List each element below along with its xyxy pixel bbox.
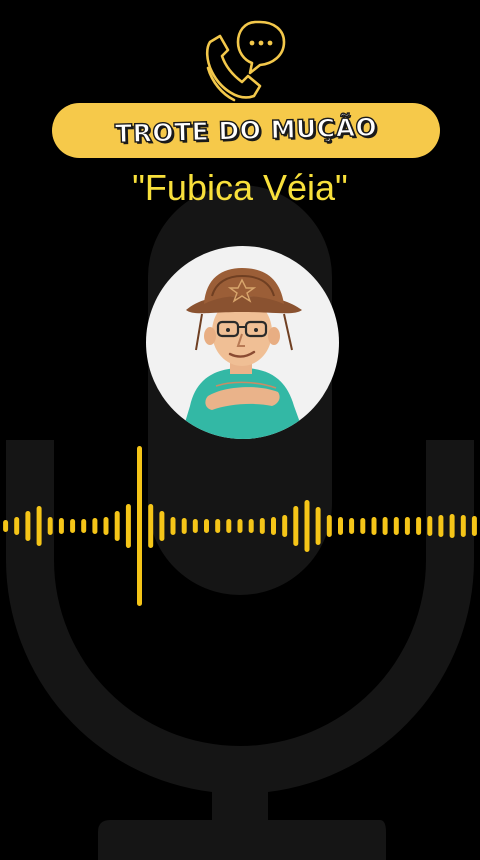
waveform-bar — [404, 517, 410, 535]
waveform-bar — [460, 515, 466, 537]
waveform-bar — [137, 446, 142, 606]
waveform-bar — [237, 519, 243, 533]
waveform-bar — [349, 518, 355, 534]
waveform-bar — [438, 515, 444, 537]
waveform-bar — [181, 518, 187, 534]
waveform-bar — [471, 516, 477, 536]
waveform-bar — [192, 519, 198, 533]
title-banner: TROTE DO MUÇÃO — [52, 103, 440, 158]
waveform-bar — [360, 518, 366, 534]
waveform-bar — [25, 511, 31, 541]
waveform-bar — [393, 517, 399, 535]
waveform-bar — [338, 517, 343, 535]
waveform-bar — [103, 517, 109, 535]
waveform-bar — [47, 517, 53, 535]
waveform-bar — [36, 506, 42, 546]
waveform-bar — [382, 517, 388, 535]
waveform-bar — [125, 504, 131, 548]
waveform-bar — [159, 511, 165, 541]
waveform-bar — [304, 500, 310, 552]
waveform-bar — [204, 519, 209, 533]
waveform-bar — [271, 517, 276, 535]
waveform-bar — [170, 517, 176, 535]
waveform-bar — [371, 517, 377, 535]
waveform-bar — [148, 504, 154, 548]
waveform-bar — [326, 515, 332, 537]
audio-waveform-icon — [3, 446, 477, 606]
waveform-bar — [226, 519, 232, 533]
waveform-bar — [70, 519, 76, 533]
waveform-bar — [259, 518, 265, 534]
avatar — [146, 246, 339, 439]
avatar-character — [180, 268, 306, 439]
caller-name: "Fubica Véia" — [132, 167, 348, 208]
waveform-bar — [81, 519, 87, 533]
waveform-bar — [315, 507, 321, 545]
waveform-bar — [114, 511, 120, 541]
waveform-bar — [92, 518, 98, 534]
waveform-bar — [449, 514, 455, 538]
waveform-bar — [215, 519, 221, 533]
waveform-bar — [14, 517, 20, 535]
waveform-bar — [293, 506, 299, 546]
waveform-bar — [427, 516, 433, 536]
waveform-bar — [3, 520, 9, 532]
phone-chat-icon — [205, 20, 286, 102]
waveform-bar — [248, 519, 254, 533]
waveform-bar — [282, 515, 288, 537]
page-title: TROTE DO MUÇÃO — [114, 112, 378, 149]
waveform-bar — [416, 517, 422, 535]
waveform-bar — [58, 518, 64, 534]
